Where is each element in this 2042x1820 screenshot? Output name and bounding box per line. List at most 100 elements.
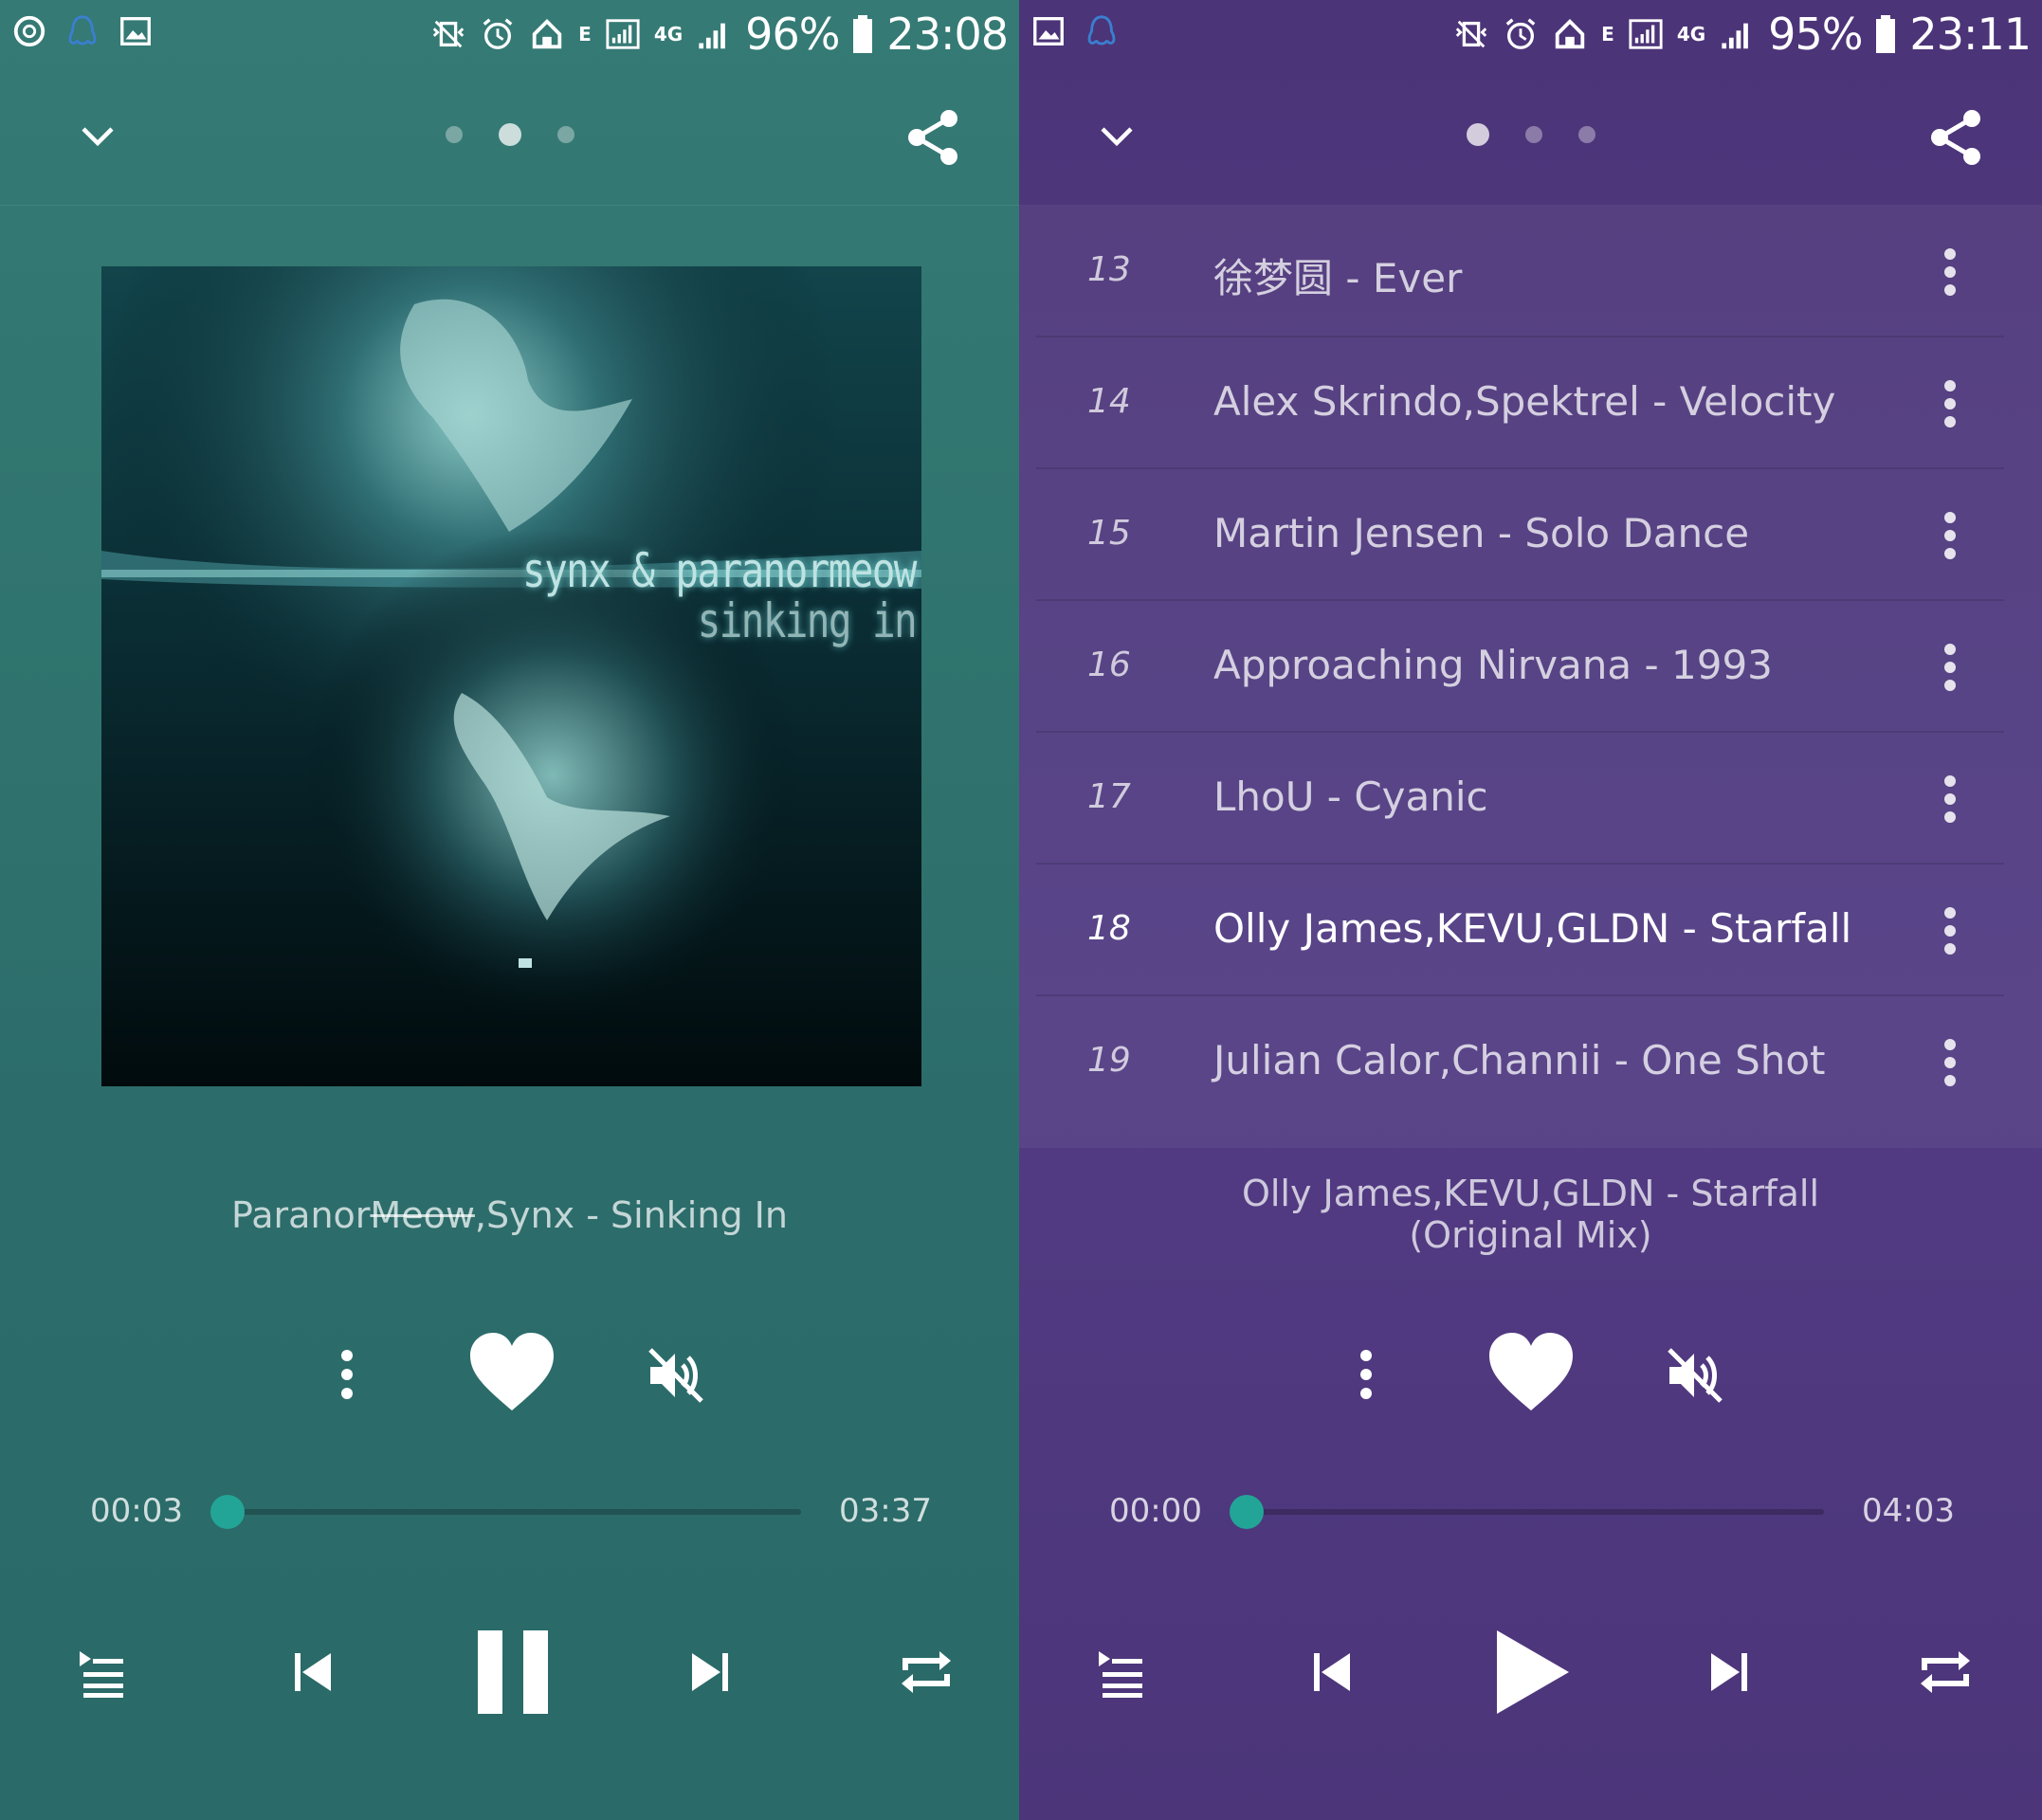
transport-controls	[1019, 1621, 2042, 1725]
track-title: Olly James,KEVU,GLDN - Starfall (Origina…	[1241, 1173, 1820, 1256]
penguin-icon	[1087, 15, 1116, 46]
playlist-item[interactable]: 19 Julian Calor,Channii - One Shot	[1036, 995, 2004, 1126]
battery-percent: 96%	[745, 9, 840, 60]
chevron-down-icon[interactable]	[76, 114, 119, 157]
network-4g-label: 4G	[1676, 23, 1706, 46]
signal-icon	[699, 23, 726, 49]
seek-bar[interactable]	[210, 1495, 801, 1529]
now-playing-screen-left: E 4G 96% 23:08 synx & paranormeow sinkin…	[0, 0, 1019, 1820]
repeat-icon[interactable]	[896, 1642, 957, 1702]
playlist-item[interactable]: 15 Martin Jensen - Solo Dance	[1036, 468, 2004, 601]
album-art-line1: synx & paranormeow	[522, 543, 917, 598]
queue-icon[interactable]	[1095, 1647, 1146, 1699]
pause-icon[interactable]	[470, 1627, 556, 1718]
image-icon	[120, 17, 151, 46]
page-dot[interactable]	[1577, 126, 1595, 143]
share-icon[interactable]	[902, 106, 964, 169]
more-vert-icon[interactable]	[1943, 1039, 1957, 1086]
track-title: ParanorMeow,Synx - Sinking In	[0, 1194, 1019, 1236]
playlist-item-active[interactable]: 18 Olly James,KEVU,GLDN - Starfall	[1036, 864, 2004, 996]
image-icon	[1033, 17, 1064, 46]
track-name: Martin Jensen - Solo Dance	[1213, 510, 1750, 556]
skip-previous-icon[interactable]	[1308, 1647, 1358, 1697]
vibrate-icon	[432, 20, 465, 48]
more-vert-icon[interactable]	[1943, 775, 1957, 823]
album-art-image	[101, 266, 921, 1086]
seek-thumb[interactable]	[210, 1495, 245, 1529]
track-name: Olly James,KEVU,GLDN - Starfall	[1213, 905, 1852, 952]
top-bar	[0, 95, 1019, 180]
total-time: 03:37	[839, 1492, 932, 1530]
transport-controls	[0, 1621, 1019, 1725]
signal-icon	[1722, 23, 1749, 49]
alarm-icon	[1505, 18, 1536, 49]
playlist-item[interactable]: 16 Approaching Nirvana - 1993	[1036, 600, 2004, 733]
repeat-icon[interactable]	[1915, 1642, 1976, 1702]
more-vert-icon[interactable]	[1340, 1348, 1393, 1401]
network-e-label: E	[578, 23, 592, 46]
more-vert-icon[interactable]	[1943, 248, 1957, 296]
volume-off-icon[interactable]	[1664, 1344, 1726, 1407]
track-number: 19	[1087, 1041, 1131, 1080]
home-icon	[532, 19, 562, 49]
track-title-part1: Paranor	[231, 1194, 371, 1236]
track-number: 17	[1087, 777, 1131, 816]
more-vert-icon[interactable]	[1943, 512, 1957, 559]
signal-box-icon	[1629, 19, 1663, 49]
playlist-item[interactable]: 13 徐梦圆 - Ever	[1036, 205, 2004, 337]
page-indicator	[445, 123, 574, 146]
progress-row: 00:03 03:37	[0, 1488, 1019, 1536]
home-icon	[1555, 19, 1585, 49]
page-indicator	[1466, 123, 1595, 146]
more-vert-icon[interactable]	[320, 1348, 374, 1401]
playlist-item[interactable]: 14 Alex Skrindo,Spektrel - Velocity	[1036, 337, 2004, 469]
more-vert-icon[interactable]	[1943, 907, 1957, 955]
heart-icon[interactable]	[466, 1327, 557, 1418]
skip-next-icon[interactable]	[684, 1647, 734, 1697]
current-time: 00:00	[1109, 1492, 1202, 1530]
alarm-icon	[483, 18, 513, 49]
network-e-label: E	[1601, 23, 1614, 46]
more-vert-icon[interactable]	[1943, 644, 1957, 691]
page-dot[interactable]	[556, 126, 574, 143]
track-number: 15	[1087, 514, 1131, 553]
page-dot[interactable]	[445, 126, 463, 143]
page-dot-active[interactable]	[1466, 123, 1489, 146]
track-number: 16	[1087, 646, 1131, 684]
share-icon[interactable]	[1924, 106, 1987, 169]
track-name: 徐梦圆 - Ever	[1213, 255, 1463, 301]
track-number: 14	[1087, 382, 1131, 421]
heart-icon[interactable]	[1486, 1327, 1577, 1418]
penguin-icon	[68, 15, 97, 46]
playlist: 13 徐梦圆 - Ever 14 Alex Skrindo,Spektrel -…	[1019, 205, 2042, 1148]
network-4g-label: 4G	[653, 23, 684, 46]
seek-thumb[interactable]	[1230, 1495, 1264, 1529]
playlist-item[interactable]: 17 LhoU - Cyanic	[1036, 732, 2004, 864]
page-dot[interactable]	[1524, 126, 1542, 143]
seek-bar[interactable]	[1230, 1495, 1824, 1529]
action-row	[1019, 1327, 2042, 1422]
now-playing-screen-right: E 4G 95% 23:11 13 徐梦圆 - Ever 14 Alex Skr…	[1019, 0, 2042, 1820]
play-icon[interactable]	[1489, 1627, 1575, 1718]
skip-previous-icon[interactable]	[289, 1647, 338, 1697]
volume-off-icon[interactable]	[645, 1344, 707, 1407]
battery-icon	[853, 15, 873, 53]
current-time: 00:03	[90, 1492, 183, 1530]
more-vert-icon[interactable]	[1943, 380, 1957, 428]
total-time: 04:03	[1862, 1492, 1955, 1530]
track-name: Julian Calor,Channii - One Shot	[1213, 1037, 1826, 1083]
track-name: Alex Skrindo,Spektrel - Velocity	[1213, 378, 1836, 425]
queue-icon[interactable]	[76, 1647, 127, 1699]
battery-percent: 95%	[1768, 9, 1863, 60]
chevron-down-icon[interactable]	[1095, 114, 1139, 157]
action-row	[0, 1327, 1019, 1422]
track-name: LhoU - Cyanic	[1213, 774, 1488, 820]
status-bar: E 4G 96% 23:08	[0, 0, 1019, 68]
vibrate-icon	[1455, 20, 1487, 48]
status-time: 23:11	[1909, 9, 2032, 60]
track-title-struck: Meow	[370, 1194, 475, 1236]
album-art-line2: sinking in	[697, 593, 918, 648]
page-dot-active[interactable]	[498, 123, 521, 146]
skip-next-icon[interactable]	[1704, 1647, 1753, 1697]
track-title-part2: ,Synx - Sinking In	[474, 1194, 788, 1236]
